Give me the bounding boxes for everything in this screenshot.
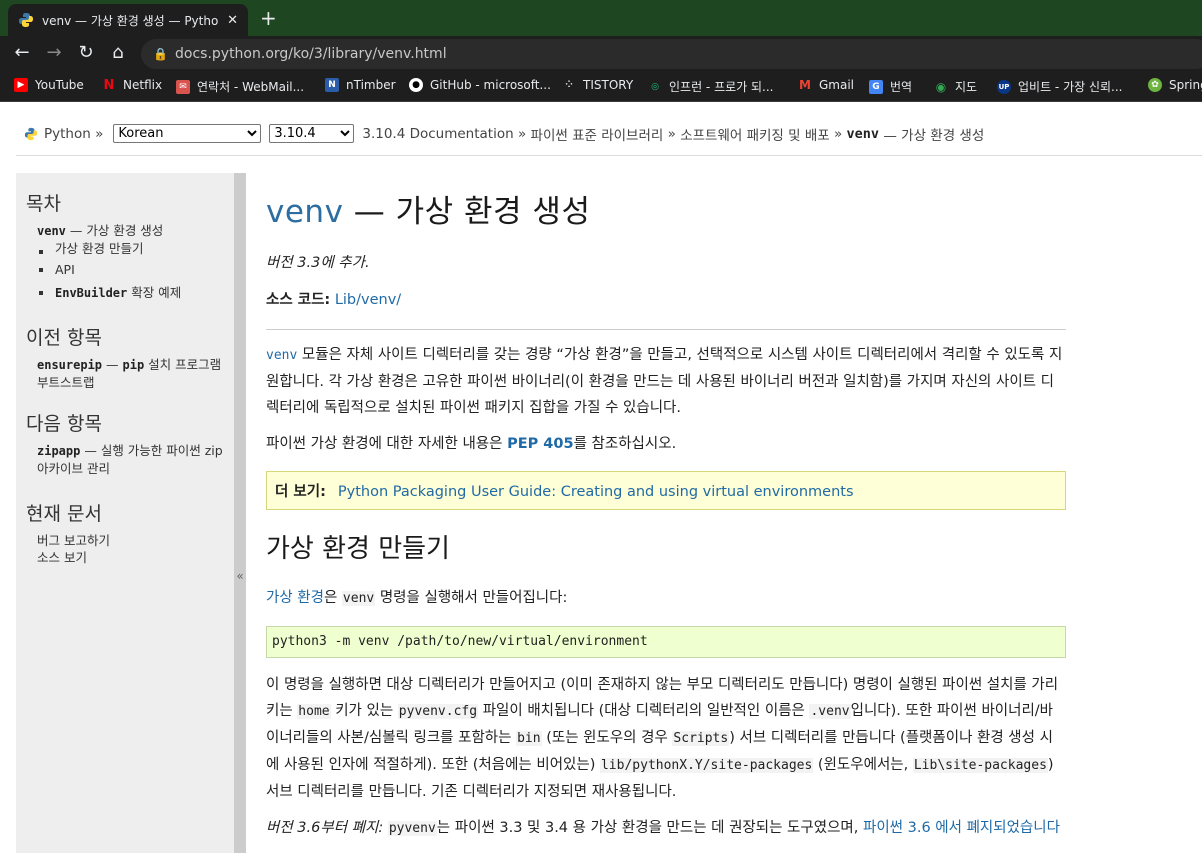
bookmark-ntimber[interactable]: NnTimber: [325, 78, 396, 92]
bookmark-webmail[interactable]: ✉ 연락처 - WebMail...: [176, 78, 304, 95]
back-icon[interactable]: ←: [10, 42, 34, 63]
tab-strip: venv — 가상 환경 생성 — Pytho ✕ +: [0, 0, 1202, 36]
bookmark-inflearn[interactable]: ◎ 인프런 - 프로가 되...: [648, 78, 773, 95]
close-tab-icon[interactable]: ✕: [227, 13, 238, 28]
tab-title: venv — 가상 환경 생성 — Pytho: [42, 13, 219, 28]
new-tab-button[interactable]: +: [260, 6, 277, 30]
python36-link[interactable]: 파이썬 3.6 에서 폐지되었습니다: [863, 820, 1060, 836]
bookmarks-bar: ▶ YouTube N Netflix ✉ 연락처 - WebMail... NnTi…: [0, 72, 1202, 102]
this-page-heading: 현재 문서: [26, 503, 102, 525]
pep-paragraph: 파이썬 가상 환경에 대한 자세한 내용은 PEP 405를 참조하십시오.: [266, 436, 677, 452]
show-source-link[interactable]: 소스 보기: [37, 549, 224, 566]
mail-icon: ✉: [176, 79, 190, 94]
breadcrumb-docs-link[interactable]: 3.10.4 Documentation: [362, 126, 513, 142]
report-bug-link[interactable]: 버그 보고하기: [37, 532, 224, 549]
packaging-guide-link[interactable]: Python Packaging User Guide: Creating an…: [338, 484, 854, 500]
gmail-icon: M: [799, 78, 811, 92]
bookmark-upbit[interactable]: UP 업비트 - 가장 신뢰...: [997, 78, 1123, 95]
toc-item-api[interactable]: API: [39, 258, 224, 281]
language-select[interactable]: Korean: [113, 124, 262, 143]
bookmark-gmail[interactable]: M Gmail: [798, 78, 854, 92]
upbit-icon: UP: [997, 79, 1011, 94]
bookmark-maps[interactable]: ◉ 지도: [934, 78, 977, 95]
reload-icon[interactable]: ↻: [74, 42, 98, 63]
details-paragraph: 이 명령을 실행하면 대상 디렉터리가 만들어지고 (이미 존재하지 않는 부모…: [266, 677, 1059, 800]
next-link[interactable]: zipapp — 실행 가능한 파이썬 zip 아카이브 관리: [37, 442, 224, 477]
next-heading: 다음 항목: [26, 413, 102, 435]
lock-icon: 🔒: [153, 47, 168, 61]
bookmark-translate[interactable]: G 번역: [869, 78, 912, 95]
prev-link[interactable]: ensurepip — pip 설치 프로그램 부트스트랩: [37, 356, 224, 391]
web-page: Python » Korean 3.10.4 3.10.4 Documentat…: [0, 102, 1202, 853]
section-heading: 가상 환경 만들기: [266, 534, 450, 564]
toc-item-create[interactable]: 가상 환경 만들기: [39, 240, 224, 258]
netflix-icon: N: [103, 77, 115, 93]
sidebar-collapse-button[interactable]: «: [234, 173, 246, 853]
toc-main-link[interactable]: venv — 가상 환경 생성: [37, 222, 224, 240]
see-also-box: 더 보기: Python Packaging User Guide: Creati…: [266, 471, 1066, 510]
maps-icon: ◉: [935, 79, 947, 94]
forward-icon[interactable]: →: [42, 42, 66, 63]
github-icon: ●: [409, 78, 423, 92]
sidebar: 목차 venv — 가상 환경 생성 가상 환경 만들기 API EnvBuil…: [16, 173, 234, 853]
spring-icon: ✿: [1148, 78, 1162, 92]
prev-heading: 이전 항목: [26, 327, 102, 349]
venv-module-link[interactable]: venv: [266, 348, 297, 363]
browser-toolbar: ← → ↻ ⌂ 🔒 docs.python.org/ko/3/library/v…: [0, 36, 1202, 72]
deprecated-paragraph: 버전 3.6부터 폐지: pyvenv는 파이썬 3.3 및 3.4 용 가상 …: [266, 820, 1060, 836]
browser-tab[interactable]: venv — 가상 환경 생성 — Pytho ✕: [8, 4, 248, 36]
inflearn-icon: ◎: [651, 81, 659, 92]
command-code-block[interactable]: python3 -m venv /path/to/new/virtual/env…: [266, 626, 1066, 658]
breadcrumb-packaging-link[interactable]: 소프트웨어 패키징 및 배포: [680, 124, 830, 144]
source-link[interactable]: Lib/venv/: [335, 292, 401, 308]
page-title: venv — 가상 환경 생성: [266, 194, 591, 230]
virtual-env-link[interactable]: 가상 환경: [266, 590, 324, 606]
tistory-icon: ⁘: [565, 80, 573, 90]
address-bar[interactable]: 🔒 docs.python.org/ko/3/library/venv.html: [141, 39, 1202, 69]
create-paragraph: 가상 환경은 venv 명령을 실행해서 만들어집니다:: [266, 590, 568, 606]
version-added: 버전 3.3에 추가.: [266, 255, 370, 271]
translate-icon: G: [869, 79, 883, 94]
ntimber-icon: N: [325, 78, 339, 92]
breadcrumb-current: — 가상 환경 생성: [883, 127, 985, 144]
python-logo-icon: [19, 13, 33, 27]
url-text: docs.python.org/ko/3/library/venv.html: [175, 46, 447, 62]
python-logo-icon: [24, 127, 38, 140]
version-select[interactable]: 3.10.4: [269, 124, 355, 143]
bookmark-netflix[interactable]: N Netflix: [102, 77, 163, 93]
breadcrumb-library-link[interactable]: 파이썬 표준 라이브러리: [531, 124, 664, 144]
breadcrumb: Python » Korean 3.10.4 3.10.4 Documentat…: [16, 112, 1202, 156]
main-content: venv — 가상 환경 생성 버전 3.3에 추가. 소스 코드: Lib/v…: [266, 173, 1066, 842]
divider: [266, 329, 1066, 330]
python-home-link[interactable]: Python »: [44, 126, 103, 142]
toc-item-envbuilder[interactable]: EnvBuilder 확장 예제: [39, 281, 224, 305]
bookmark-youtube[interactable]: ▶ YouTube: [14, 78, 84, 92]
pep-405-link[interactable]: PEP 405: [507, 436, 573, 452]
intro-paragraph: venv 모듈은 자체 사이트 디렉터리를 갖는 경량 “가상 환경”을 만들고…: [266, 347, 1063, 416]
collapse-icon: «: [236, 569, 244, 583]
toc-list: 가상 환경 만들기 API EnvBuilder 확장 예제: [39, 240, 224, 305]
breadcrumb-current-code: venv: [846, 125, 880, 142]
home-icon[interactable]: ⌂: [106, 42, 130, 63]
bookmark-spring[interactable]: ✿Spring: [1148, 78, 1202, 92]
bookmark-tistory[interactable]: ⁘ TISTORY: [562, 78, 633, 92]
bookmark-github[interactable]: ● GitHub - microsoft...: [409, 78, 551, 92]
youtube-icon: ▶: [14, 78, 28, 92]
source-code-line: 소스 코드: Lib/venv/: [266, 292, 402, 308]
toc-heading: 목차: [26, 193, 61, 215]
